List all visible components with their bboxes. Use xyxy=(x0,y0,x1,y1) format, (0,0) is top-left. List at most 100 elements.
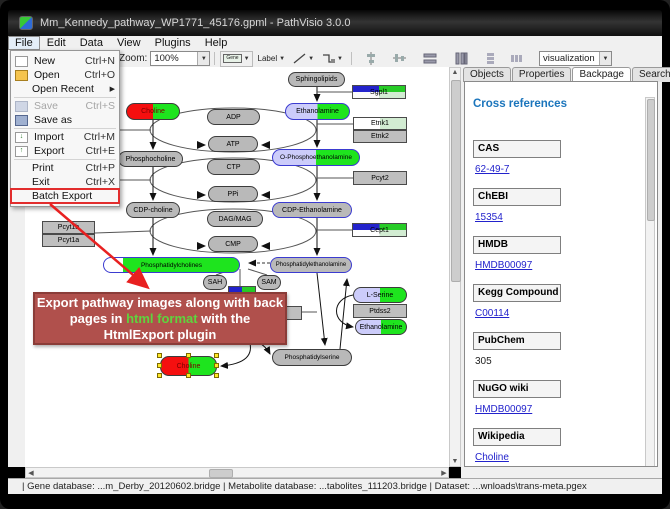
add-label-button[interactable]: Label ▼ xyxy=(255,51,289,67)
status-text: | Gene database: ...m_Derby_20120602.bri… xyxy=(22,481,587,492)
menu-separator xyxy=(14,128,116,129)
file-menu-item-batch-export[interactable]: Batch Export xyxy=(11,189,119,203)
xref-link[interactable]: 15354 xyxy=(475,212,503,223)
xref-link[interactable]: 62-49-7 xyxy=(475,164,509,175)
selection-handle[interactable] xyxy=(157,373,162,378)
open-folder-icon xyxy=(15,70,28,81)
xref-section-wikipedia: WikipediaCholine xyxy=(473,428,643,464)
common-height-button[interactable] xyxy=(420,51,440,67)
pathway-node-cmp[interactable]: CMP xyxy=(208,236,258,252)
vertical-scroll-thumb[interactable] xyxy=(451,80,461,282)
chevron-down-icon[interactable]: ▼ xyxy=(337,56,343,62)
zoom-combobox[interactable]: 100% ▼ xyxy=(150,51,210,66)
pathway-node-ptdss2[interactable]: Ptdss2 xyxy=(353,304,407,318)
file-menu-item-open[interactable]: OpenCtrl+O xyxy=(11,68,119,82)
stack-horizontal-button[interactable] xyxy=(507,51,526,67)
pathway-node-l-serine[interactable]: L-Serine xyxy=(353,287,407,303)
file-menu-item-save-as[interactable]: Save as xyxy=(11,113,119,127)
pathway-node-phosphatidylcholines[interactable]: Phosphatidylcholines xyxy=(103,257,240,273)
file-menu-item-print[interactable]: PrintCtrl+P xyxy=(11,161,119,175)
pathway-node-ppi[interactable]: PPi xyxy=(208,186,258,202)
pathway-node-ethanolamine[interactable]: Ethanolamine xyxy=(285,103,350,120)
line-tool-button[interactable]: ▼ xyxy=(290,51,317,67)
xref-link[interactable]: Choline xyxy=(475,452,509,463)
pathway-node-etnk1[interactable]: Etnk1 xyxy=(353,117,407,130)
scroll-down-icon[interactable]: ▼ xyxy=(450,457,460,466)
file-menu-item-save[interactable]: SaveCtrl+S xyxy=(11,99,119,113)
common-width-icon xyxy=(454,52,468,65)
scroll-up-icon[interactable]: ▲ xyxy=(450,68,460,77)
panel-scroll-thumb[interactable] xyxy=(647,99,655,221)
file-menu-item-open-recent[interactable]: Open Recent▶ xyxy=(11,82,119,96)
xref-link[interactable]: HMDB00097 xyxy=(475,404,532,415)
menubar-item-help[interactable]: Help xyxy=(198,36,235,50)
pathway-node-sah[interactable]: SAH xyxy=(203,275,227,290)
pathway-node-adp[interactable]: ADP xyxy=(207,109,260,125)
pathway-node-pcyt1b[interactable]: Pcyt1b xyxy=(42,221,95,234)
selection-handle[interactable] xyxy=(214,373,219,378)
tab-search[interactable]: Search xyxy=(632,67,670,82)
visualization-combobox[interactable]: visualization ▼ xyxy=(539,51,612,66)
pathway-node-pcyt1a[interactable]: Pcyt1a xyxy=(42,234,95,247)
title-bar[interactable]: Mm_Kennedy_pathway_WP1771_45176.gpml - P… xyxy=(8,10,662,36)
pathway-node-ctp[interactable]: CTP xyxy=(207,159,260,175)
save-as-icon xyxy=(15,115,28,126)
pathway-node-cept1[interactable]: Cept1 xyxy=(352,223,407,237)
tab-objects[interactable]: Objects xyxy=(463,67,511,82)
pathway-node-cdp-ethanolamine[interactable]: CDP-Ethanolamine xyxy=(272,202,352,218)
cross-references-heading: Cross references xyxy=(473,98,643,110)
pathway-node-atp[interactable]: ATP xyxy=(208,136,258,152)
align-center-x-button[interactable] xyxy=(362,51,381,67)
stack-vertical-button[interactable] xyxy=(481,51,500,67)
chevron-down-icon[interactable]: ▼ xyxy=(197,52,209,65)
selection-handle[interactable] xyxy=(214,353,219,358)
xref-link[interactable]: C00114 xyxy=(475,308,509,319)
menubar-item-view[interactable]: View xyxy=(110,36,148,50)
pathway-node-sam[interactable]: SAM xyxy=(257,275,281,290)
xref-link[interactable]: HMDB00097 xyxy=(475,260,532,271)
menubar-item-edit[interactable]: Edit xyxy=(40,36,73,50)
selection-handle[interactable] xyxy=(157,363,162,368)
file-menu-item-export[interactable]: ↑ExportCtrl+E xyxy=(11,144,119,158)
scroll-right-icon[interactable]: ▶ xyxy=(439,469,449,478)
file-menu-dropdown: NewCtrl+NOpenCtrl+OOpen Recent▶ SaveCtrl+… xyxy=(10,50,120,207)
selection-handle[interactable] xyxy=(186,373,191,378)
pathway-node-cdp-choline[interactable]: CDP-choline xyxy=(126,202,180,218)
chevron-down-icon[interactable]: ▼ xyxy=(279,56,285,62)
file-menu-item-exit[interactable]: ExitCtrl+X xyxy=(11,175,119,189)
horizontal-scroll-thumb[interactable] xyxy=(209,469,233,478)
menubar-item-plugins[interactable]: Plugins xyxy=(148,36,198,50)
xref-value: 62-49-7 xyxy=(475,164,643,176)
pathway-node-pcyt2[interactable]: Pcyt2 xyxy=(353,171,407,185)
pathway-node-sphingolipids[interactable]: Sphingolipids xyxy=(288,72,345,87)
selection-handle[interactable] xyxy=(157,353,162,358)
panel-scrollbar[interactable] xyxy=(645,97,655,467)
export-icon: ↑ xyxy=(15,146,28,157)
align-center-y-button[interactable] xyxy=(390,51,409,67)
selection-handle[interactable] xyxy=(186,353,191,358)
add-gene-node-button[interactable]: Gene ▼ xyxy=(220,51,252,67)
selection-handle[interactable] xyxy=(214,363,219,368)
pathway-node-phosphocholine[interactable]: Phosphocholine xyxy=(118,151,183,167)
canvas-horizontal-scrollbar[interactable]: ◀ ▶ xyxy=(25,467,449,478)
file-menu-item-import[interactable]: ↓ImportCtrl+M xyxy=(11,130,119,144)
pathway-node-o-phosphoethanolamine[interactable]: O-Phosphoethanolamine xyxy=(272,149,360,166)
chevron-down-icon[interactable]: ▼ xyxy=(308,56,314,62)
pathway-node-sgpl1[interactable]: Sgpl1 xyxy=(352,85,406,99)
scroll-left-icon[interactable]: ◀ xyxy=(26,469,36,478)
file-menu-item-new[interactable]: NewCtrl+N xyxy=(11,54,119,68)
tab-properties[interactable]: Properties xyxy=(512,67,572,82)
canvas-vertical-scrollbar[interactable]: ▲ ▼ xyxy=(449,67,461,467)
pathway-node-phosphatidylethanolamine[interactable]: Phosphatidylethanolamine xyxy=(270,257,352,273)
chevron-down-icon[interactable]: ▼ xyxy=(244,56,250,62)
connector-tool-button[interactable]: ▼ xyxy=(319,51,346,67)
common-width-button[interactable] xyxy=(451,51,471,67)
menubar-item-file[interactable]: File xyxy=(8,36,40,50)
chevron-down-icon[interactable]: ▼ xyxy=(599,52,611,65)
pathway-node-etnk2[interactable]: Etnk2 xyxy=(353,130,407,143)
pathway-node-dag-mag[interactable]: DAG/MAG xyxy=(207,211,263,227)
pathway-node-choline[interactable]: Choline xyxy=(126,103,180,120)
pathway-node-ethanolamine[interactable]: Ethanolamine xyxy=(355,319,407,335)
menubar-item-data[interactable]: Data xyxy=(73,36,110,50)
pathway-node-phosphatidylserine[interactable]: Phosphatidylserine xyxy=(272,349,352,366)
